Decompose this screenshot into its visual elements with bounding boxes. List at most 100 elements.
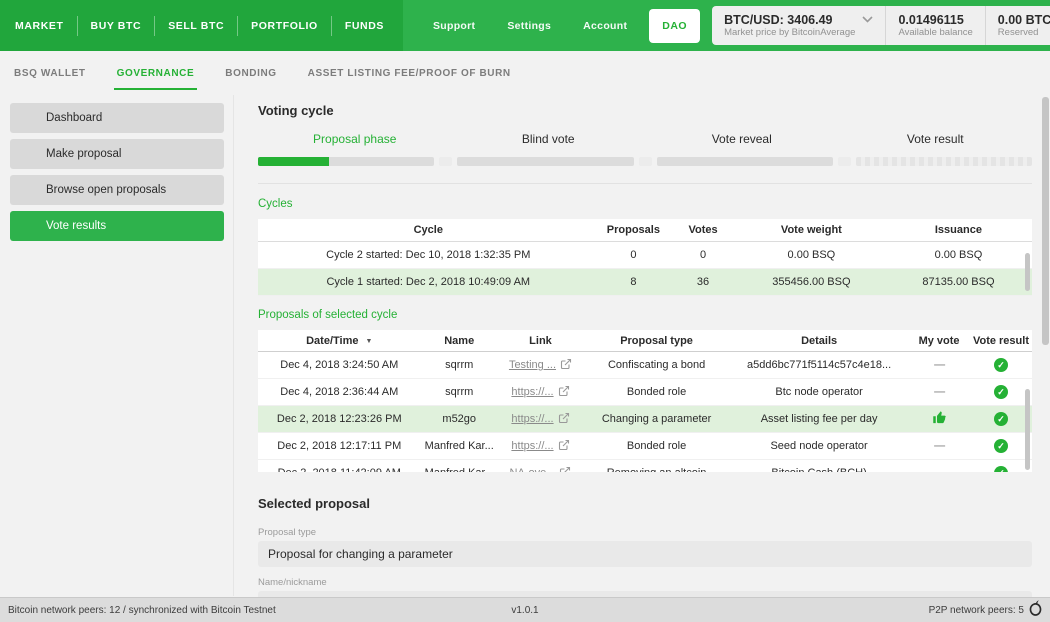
vote-result-cell: ✓ bbox=[970, 439, 1032, 453]
tab-governance[interactable]: GOVERNANCE bbox=[117, 68, 195, 79]
external-link-icon[interactable] bbox=[558, 439, 570, 454]
sidebar-item-dashboard[interactable]: Dashboard bbox=[10, 103, 224, 133]
col-name[interactable]: Name bbox=[421, 335, 498, 347]
bitcoin-network-status: Bitcoin network peers: 12 / synchronized… bbox=[8, 605, 929, 616]
nav-tab-market[interactable]: MARKET bbox=[2, 20, 77, 32]
available-balance-label: Available balance bbox=[898, 27, 972, 39]
proposal-details: Btc node operator bbox=[730, 386, 908, 398]
proposal-type: Bonded role bbox=[583, 386, 730, 398]
my-vote-cell: — bbox=[908, 386, 970, 398]
accepted-check-icon: ✓ bbox=[994, 439, 1008, 453]
nav-tab-funds[interactable]: FUNDS bbox=[332, 20, 397, 32]
chevron-down-icon[interactable] bbox=[832, 16, 873, 23]
col-my-vote[interactable]: My vote bbox=[908, 335, 970, 347]
section-divider bbox=[258, 183, 1032, 184]
external-link[interactable]: https://... bbox=[511, 386, 553, 398]
phase-gap-chip bbox=[838, 157, 851, 166]
cycle-name: Cycle 2 started: Dec 10, 2018 1:32:35 PM bbox=[258, 249, 599, 261]
external-link[interactable]: https://... bbox=[511, 413, 553, 425]
my-vote-cell: — bbox=[908, 359, 970, 371]
proposals-table-scrollbar[interactable] bbox=[1025, 389, 1030, 470]
proposal-row-clipped[interactable]: Dec 2, 2018 11:42:09 AM Manfred Kar... N… bbox=[258, 460, 1032, 472]
sidebar-item-vote-results[interactable]: Vote results bbox=[10, 211, 224, 241]
my-vote-cell bbox=[908, 410, 970, 428]
external-link[interactable]: Testing ... bbox=[509, 359, 556, 371]
col-datetime[interactable]: Date/Time▼ bbox=[258, 335, 421, 347]
my-vote-cell: — bbox=[908, 440, 970, 452]
proposal-datetime: Dec 4, 2018 3:24:50 AM bbox=[258, 359, 421, 371]
reserved-value: 0.00 BTC bbox=[998, 13, 1050, 27]
progressbar-proposal-phase bbox=[258, 157, 434, 166]
col-proposals[interactable]: Proposals bbox=[599, 224, 669, 236]
dao-tabbar: BSQ WALLET GOVERNANCE BONDING ASSET LIST… bbox=[0, 51, 1050, 95]
col-votes[interactable]: Votes bbox=[668, 224, 738, 236]
no-vote-dash-icon: — bbox=[934, 440, 944, 452]
proposal-row[interactable]: Dec 2, 2018 12:17:11 PM Manfred Kar... h… bbox=[258, 433, 1032, 460]
tab-asset-listing-fee[interactable]: ASSET LISTING FEE/PROOF OF BURN bbox=[308, 68, 511, 79]
proposal-link: https://... bbox=[498, 412, 583, 427]
nav-item-settings[interactable]: Settings bbox=[507, 20, 551, 32]
proposal-type: Changing a parameter bbox=[583, 413, 730, 425]
proposal-type: Bonded role bbox=[583, 440, 730, 452]
accepted-check-icon: ✓ bbox=[994, 385, 1008, 399]
sort-desc-icon[interactable]: ▼ bbox=[365, 338, 372, 345]
tab-bsq-wallet[interactable]: BSQ WALLET bbox=[14, 68, 86, 79]
cycle-proposals: 0 bbox=[599, 249, 669, 261]
cycle-issuance: 0.00 BSQ bbox=[885, 249, 1032, 261]
col-vote-weight[interactable]: Vote weight bbox=[738, 224, 885, 236]
market-price-selector[interactable]: BTC/USD: 3406.49 Market price by Bitcoin… bbox=[712, 6, 885, 45]
cycle-name: Cycle 1 started: Dec 2, 2018 10:49:09 AM bbox=[258, 276, 599, 288]
nav-item-account[interactable]: Account bbox=[583, 20, 627, 32]
cycle-issuance: 87135.00 BSQ bbox=[885, 276, 1032, 288]
external-link[interactable]: NA-ove... bbox=[510, 467, 556, 472]
proposal-type-label: Proposal type bbox=[258, 527, 1032, 538]
sidebar-item-browse-open-proposals[interactable]: Browse open proposals bbox=[10, 175, 224, 205]
name-nickname-label: Name/nickname bbox=[258, 577, 1032, 588]
phase-progress-row bbox=[258, 157, 1032, 166]
phase-gap-chip bbox=[439, 157, 452, 166]
nav-tab-buy-btc[interactable]: BUY BTC bbox=[78, 20, 155, 32]
col-link[interactable]: Link bbox=[498, 335, 583, 347]
proposal-link: Testing ... bbox=[498, 358, 583, 373]
tab-bonding[interactable]: BONDING bbox=[225, 68, 276, 79]
nav-item-support[interactable]: Support bbox=[433, 20, 475, 32]
external-link[interactable]: https://... bbox=[511, 440, 553, 452]
col-details[interactable]: Details bbox=[730, 335, 908, 347]
nav-tab-dao-active[interactable]: DAO bbox=[649, 9, 700, 43]
accepted-check-icon: ✓ bbox=[994, 358, 1008, 372]
cycle-votes: 0 bbox=[668, 249, 738, 261]
external-link-icon[interactable] bbox=[558, 385, 570, 400]
col-proposal-type[interactable]: Proposal type bbox=[583, 335, 730, 347]
market-info-panel: BTC/USD: 3406.49 Market price by Bitcoin… bbox=[712, 6, 1050, 45]
proposal-name: m52go bbox=[421, 413, 498, 425]
main-scrollbar[interactable] bbox=[1042, 97, 1049, 345]
external-link-icon[interactable] bbox=[560, 358, 572, 373]
proposal-row[interactable]: Dec 4, 2018 3:24:50 AM sqrrm Testing ...… bbox=[258, 352, 1032, 379]
p2p-network-status: P2P network peers: 5 bbox=[929, 605, 1024, 616]
cycle-row-2[interactable]: Cycle 2 started: Dec 10, 2018 1:32:35 PM… bbox=[258, 242, 1032, 269]
proposal-datetime: Dec 2, 2018 12:23:26 PM bbox=[258, 413, 421, 425]
col-issuance[interactable]: Issuance bbox=[885, 224, 1032, 236]
reserved-box: 0.00 BTC Reserved bbox=[985, 6, 1050, 45]
no-vote-dash-icon: — bbox=[934, 467, 944, 472]
external-link-icon[interactable] bbox=[558, 412, 570, 427]
cycles-table-scrollbar[interactable] bbox=[1025, 253, 1030, 291]
nav-tab-sell-btc[interactable]: SELL BTC bbox=[155, 20, 237, 32]
proposal-details: Bitcoin Cash (BCH) bbox=[730, 467, 908, 472]
vote-result-cell: ✓ bbox=[970, 358, 1032, 372]
sidebar-item-make-proposal[interactable]: Make proposal bbox=[10, 139, 224, 169]
accepted-check-icon: ✓ bbox=[994, 466, 1008, 472]
nav-tab-portfolio[interactable]: PORTFOLIO bbox=[238, 20, 331, 32]
cycle-vote-weight: 355456.00 BSQ bbox=[738, 276, 885, 288]
proposal-row-selected[interactable]: Dec 2, 2018 12:23:26 PM m52go https://..… bbox=[258, 406, 1032, 433]
proposal-details: Asset listing fee per day bbox=[730, 413, 908, 425]
col-cycle[interactable]: Cycle bbox=[258, 224, 599, 236]
proposal-row[interactable]: Dec 4, 2018 2:36:44 AM sqrrm https://...… bbox=[258, 379, 1032, 406]
proposal-type-field[interactable]: Proposal for changing a parameter bbox=[258, 541, 1032, 567]
col-vote-result[interactable]: Vote result bbox=[970, 335, 1032, 347]
cycle-row-1-selected[interactable]: Cycle 1 started: Dec 2, 2018 10:49:09 AM… bbox=[258, 269, 1032, 296]
vote-results-content: Voting cycle Proposal phase Blind vote V… bbox=[258, 95, 1032, 597]
cycles-title: Cycles bbox=[258, 198, 1032, 210]
app-version: v1.0.1 bbox=[511, 605, 538, 616]
external-link-icon[interactable] bbox=[559, 466, 571, 473]
